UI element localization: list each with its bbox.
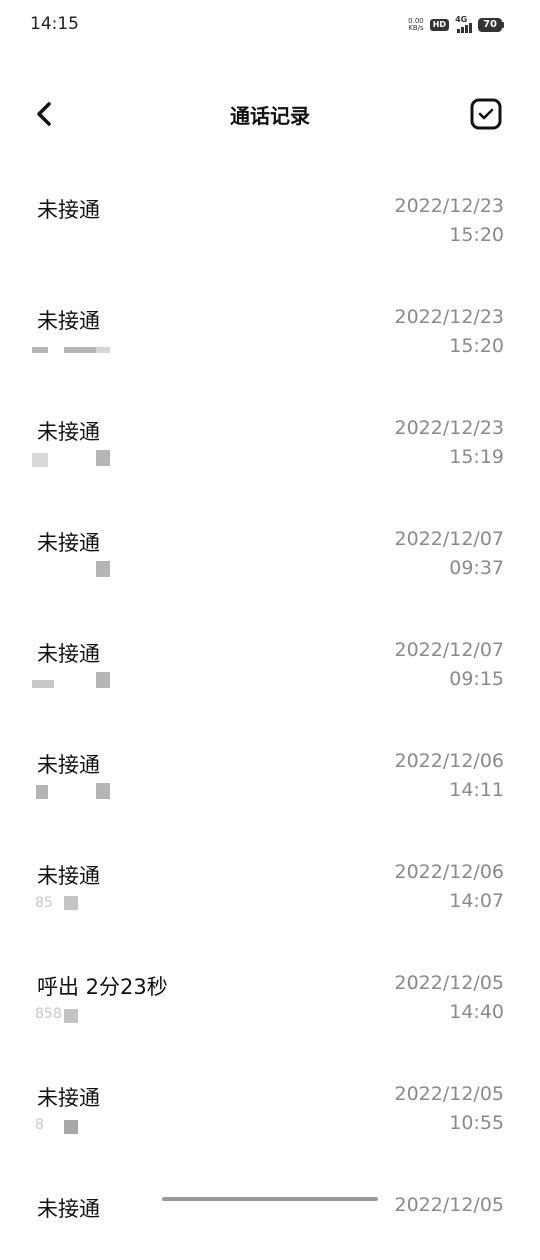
call-number bbox=[32, 1227, 122, 1247]
call-log-item[interactable]: 未接通 2022/12/07 09:15 bbox=[0, 594, 540, 705]
call-status: 未接通 bbox=[37, 531, 100, 555]
call-number-redacted: 85 bbox=[32, 894, 122, 914]
call-status: 未接通 bbox=[37, 1197, 100, 1221]
call-log-item[interactable]: 未接通 2022/12/06 14:11 bbox=[0, 705, 540, 816]
call-time: 09:37 bbox=[449, 557, 504, 579]
call-number-text: 8 bbox=[35, 1117, 44, 1133]
call-number-redacted bbox=[32, 672, 122, 692]
call-number-redacted: 8 bbox=[32, 1116, 122, 1136]
call-date: 2022/12/05 bbox=[394, 1194, 504, 1216]
battery-icon: 70 bbox=[478, 18, 504, 32]
call-number-redacted bbox=[32, 339, 122, 359]
hd-icon: HD bbox=[429, 19, 450, 31]
call-log-list[interactable]: 未接通 2022/12/23 15:20 未接通 2022/12/23 15:2… bbox=[0, 150, 540, 1260]
status-bar: 14:15 0.00 KB/s HD 4G 70 bbox=[0, 0, 540, 50]
status-time: 14:15 bbox=[30, 14, 79, 34]
battery-level: 70 bbox=[478, 18, 502, 32]
call-time: 14:40 bbox=[449, 1001, 504, 1023]
call-number-redacted bbox=[32, 450, 122, 470]
call-log-item[interactable]: 未接通 2022/12/07 09:37 bbox=[0, 483, 540, 594]
call-status: 未接通 bbox=[37, 642, 100, 666]
call-number-text: 85 bbox=[35, 895, 53, 911]
page-title: 通话记录 bbox=[230, 104, 310, 128]
call-status: 呼出 2分23秒 bbox=[37, 975, 168, 999]
checkbox-checked-icon bbox=[470, 98, 502, 130]
call-date: 2022/12/05 bbox=[394, 1083, 504, 1105]
call-log-item[interactable]: 未接通 2022/12/23 15:19 bbox=[0, 372, 540, 483]
call-date: 2022/12/05 bbox=[394, 972, 504, 994]
call-log-item[interactable]: 未接通 2022/12/23 15:20 bbox=[0, 150, 540, 261]
call-number-redacted: 858 bbox=[32, 1005, 122, 1025]
call-date: 2022/12/23 bbox=[394, 306, 504, 328]
call-log-item[interactable]: 未接通 2022/12/05 bbox=[0, 1149, 540, 1260]
call-date: 2022/12/07 bbox=[394, 528, 504, 550]
header: 通话记录 bbox=[0, 86, 540, 142]
call-status: 未接通 bbox=[37, 420, 100, 444]
call-date: 2022/12/06 bbox=[394, 861, 504, 883]
call-time: 14:07 bbox=[449, 890, 504, 912]
call-date: 2022/12/23 bbox=[394, 417, 504, 439]
call-number-redacted bbox=[32, 561, 122, 581]
call-status: 未接通 bbox=[37, 753, 100, 777]
call-status: 未接通 bbox=[37, 198, 100, 222]
call-status: 未接通 bbox=[37, 1086, 100, 1110]
status-icons: 0.00 KB/s HD 4G 70 bbox=[408, 14, 504, 36]
call-log-item[interactable]: 呼出 2分23秒 858 2022/12/05 14:40 bbox=[0, 927, 540, 1038]
call-time: 15:20 bbox=[449, 335, 504, 357]
signal-icon: 4G bbox=[455, 15, 473, 33]
call-date: 2022/12/23 bbox=[394, 195, 504, 217]
call-time: 15:20 bbox=[449, 224, 504, 246]
select-button[interactable] bbox=[468, 96, 504, 132]
call-date: 2022/12/06 bbox=[394, 750, 504, 772]
call-time: 10:55 bbox=[449, 1112, 504, 1134]
call-status: 未接通 bbox=[37, 864, 100, 888]
call-status: 未接通 bbox=[37, 309, 100, 333]
network-speed: 0.00 KB/s bbox=[408, 18, 424, 32]
call-number-text: 858 bbox=[35, 1006, 62, 1022]
call-time: 14:11 bbox=[449, 779, 504, 801]
call-number-redacted bbox=[32, 783, 122, 803]
home-indicator[interactable] bbox=[162, 1197, 378, 1201]
call-time: 15:19 bbox=[449, 446, 504, 468]
network-speed-unit: KB/s bbox=[408, 24, 424, 32]
call-log-item[interactable]: 未接通 85 2022/12/06 14:07 bbox=[0, 816, 540, 927]
network-type: 4G bbox=[455, 15, 468, 24]
call-number bbox=[32, 228, 122, 248]
call-time: 09:15 bbox=[449, 668, 504, 690]
call-date: 2022/12/07 bbox=[394, 639, 504, 661]
call-log-item[interactable]: 未接通 8 2022/12/05 10:55 bbox=[0, 1038, 540, 1149]
call-log-item[interactable]: 未接通 2022/12/23 15:20 bbox=[0, 261, 540, 372]
